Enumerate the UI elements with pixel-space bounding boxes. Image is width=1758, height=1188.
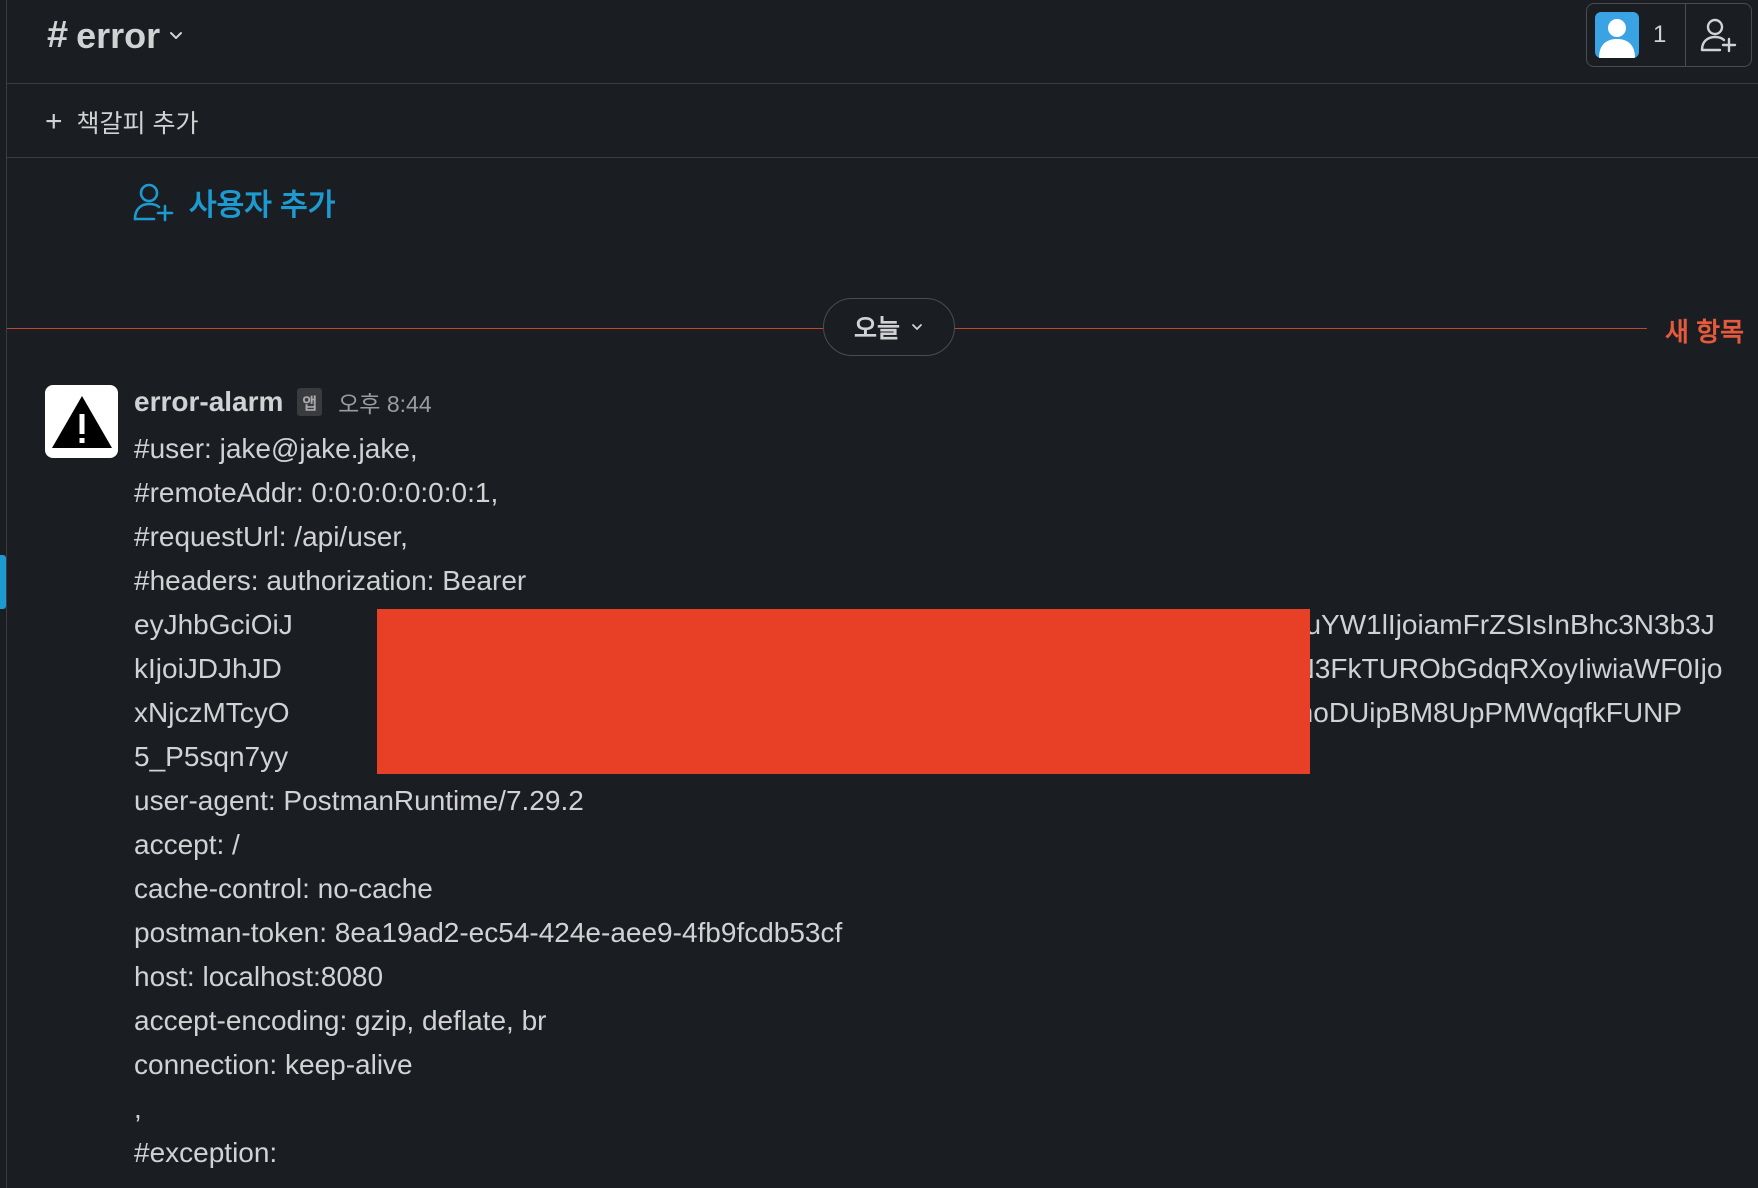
add-user-label: 사용자 추가 xyxy=(189,189,336,222)
message-line: postman-token: 8ea19ad2-ec54-424e-aee9-4… xyxy=(134,917,843,948)
message-line: accept: / xyxy=(134,829,240,860)
app-badge: 앱 xyxy=(297,388,323,416)
chevron-down-icon xyxy=(912,324,922,330)
chevron-down-icon xyxy=(170,31,183,39)
add-member-button[interactable] xyxy=(1686,4,1751,66)
bookmark-bar: + 책갈피 추가 xyxy=(7,84,1758,158)
token-fragment-left: kIjoiJDJhJD xyxy=(134,653,282,684)
message-line: #user: jake@jake.jake, xyxy=(134,433,418,464)
message-line: , xyxy=(134,1093,142,1124)
slack-channel-view: # error 1 + 책갈피 추가 사용자 추가 오늘 새 항목 error-… xyxy=(0,0,1758,1188)
hash-icon: # xyxy=(47,14,69,56)
date-label: 오늘 xyxy=(853,315,900,343)
message-line: accept-encoding: gzip, deflate, br xyxy=(134,1005,547,1036)
warning-icon xyxy=(51,395,112,448)
member-list-button[interactable]: 1 xyxy=(1587,4,1686,66)
members-group: 1 xyxy=(1586,3,1752,67)
date-jump-button[interactable]: 오늘 xyxy=(823,298,955,356)
active-marker xyxy=(0,555,6,609)
plus-icon: + xyxy=(45,105,63,138)
add-bookmark-label: 책갈피 추가 xyxy=(76,110,199,138)
message-text: #user: jake@jake.jake, #remoteAddr: 0:0:… xyxy=(134,427,1734,1175)
sender-name[interactable]: error-alarm xyxy=(134,386,283,418)
member-count: 1 xyxy=(1653,21,1667,48)
add-user-icon xyxy=(133,183,174,222)
message-line: cache-control: no-cache xyxy=(134,873,433,904)
avatar xyxy=(1595,12,1639,58)
new-items-label: 새 항목 xyxy=(1665,317,1744,347)
message-line: user-agent: PostmanRuntime/7.29.2 xyxy=(134,785,584,816)
add-bookmark-button[interactable]: + 책갈피 추가 xyxy=(45,104,198,140)
message-line: #requestUrl: /api/user, xyxy=(134,521,408,552)
channel-header: # error 1 xyxy=(7,0,1758,84)
channel-name: error xyxy=(76,14,161,56)
token-fragment-left: 5_P5sqn7yy xyxy=(134,741,289,772)
message-line: #exception: xyxy=(134,1137,278,1168)
token-fragment-left: xNjczMTcyO xyxy=(134,697,290,728)
message-line: #headers: authorization: Bearer xyxy=(134,565,527,596)
bot-avatar[interactable] xyxy=(45,385,118,458)
message-line: connection: keep-alive xyxy=(134,1049,413,1080)
message-line: host: localhost:8080 xyxy=(134,961,384,992)
add-user-link[interactable]: 사용자 추가 xyxy=(133,180,335,224)
user-silhouette-icon xyxy=(1599,19,1635,58)
token-fragment-left: eyJhbGciOiJ xyxy=(134,609,293,640)
add-user-icon xyxy=(1700,18,1736,53)
message-line: #remoteAddr: 0:0:0:0:0:0:0:1, xyxy=(134,477,499,508)
redaction-block xyxy=(377,609,1310,774)
message-body: error-alarm 앱 오후 8:44 #user: jake@jake.j… xyxy=(134,385,1734,1175)
channel-title-button[interactable]: # error xyxy=(47,14,184,57)
message-header: error-alarm 앱 오후 8:44 xyxy=(134,385,1734,419)
message-timestamp[interactable]: 오후 8:44 xyxy=(338,385,431,419)
